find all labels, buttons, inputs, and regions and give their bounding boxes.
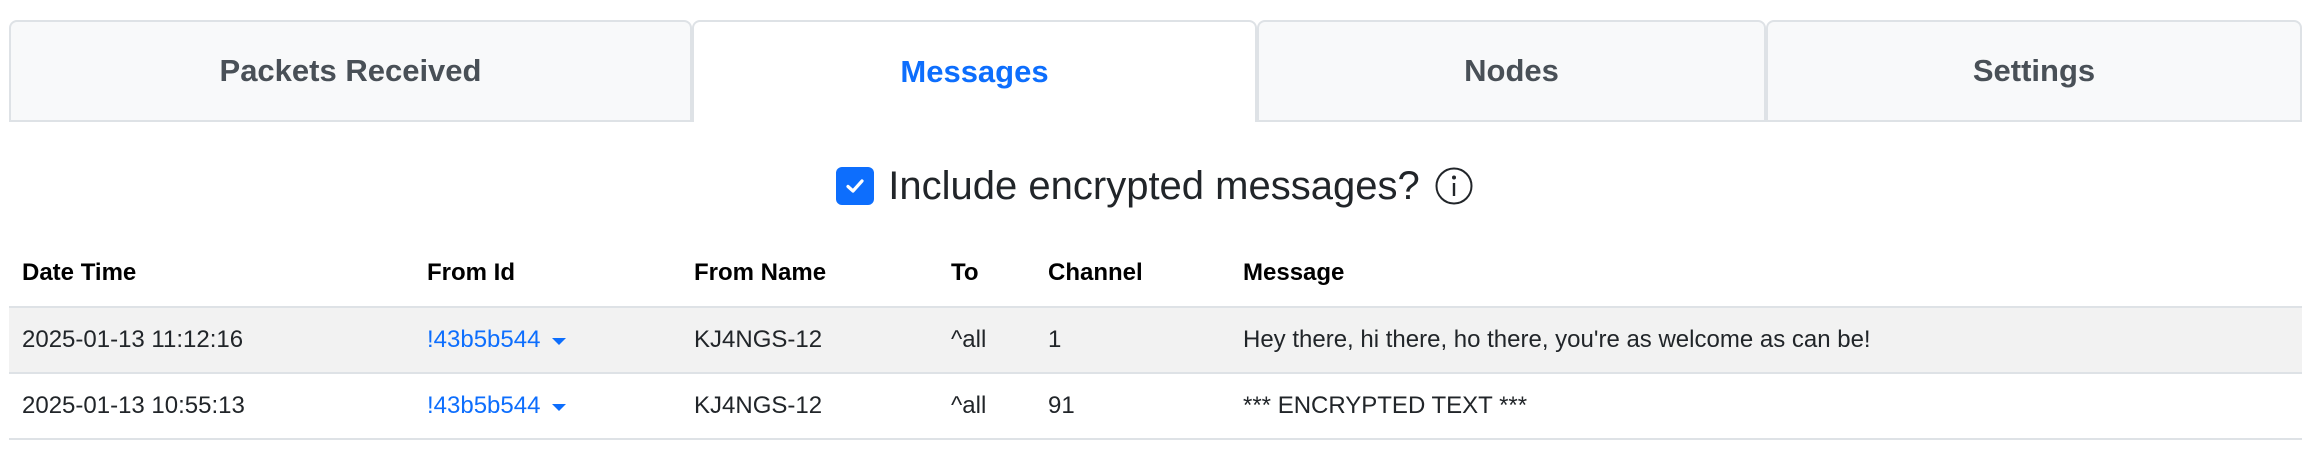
cell-message: Hey there, hi there, ho there, you're as… [1230,307,2302,374]
tab-nodes[interactable]: Nodes [1257,20,1766,120]
cell-to: ^all [938,373,1035,440]
cell-channel: 1 [1035,307,1230,374]
encrypted-filter: Include encrypted messages? [0,160,2310,212]
tab-messages[interactable]: Messages [692,20,1257,122]
include-encrypted-label[interactable]: Include encrypted messages? [888,164,1419,209]
include-encrypted-checkbox[interactable] [836,167,875,205]
from-id-dropdown[interactable]: !43b5b544 [427,326,567,354]
tab-label: Packets Received [219,53,482,88]
from-id-value: !43b5b544 [427,392,541,419]
tab-label: Messages [900,54,1049,89]
cell-date-time: 2025-01-13 10:55:13 [9,373,414,440]
info-circle-icon[interactable] [1434,166,1474,206]
table-row: 2025-01-13 11:12:16 !43b5b544 KJ4NGS-12 … [9,307,2302,374]
header-to[interactable]: To [938,240,1035,308]
cell-channel: 91 [1035,373,1230,440]
cell-to: ^all [938,307,1035,374]
messages-table: Date Time From Id From Name To Channel M… [9,240,2302,440]
cell-from-name: KJ4NGS-12 [681,307,938,374]
table-row: 2025-01-13 10:55:13 !43b5b544 KJ4NGS-12 … [9,373,2302,440]
tab-label: Settings [1972,53,2096,88]
from-id-dropdown[interactable]: !43b5b544 [427,392,567,420]
cell-from-name: KJ4NGS-12 [681,373,938,440]
tab-bar: Packets Received Messages Nodes Settings [9,20,2302,122]
cell-from-id: !43b5b544 [414,373,681,440]
header-from-id[interactable]: From Id [414,240,681,308]
from-id-value: !43b5b544 [427,326,541,353]
cell-from-id: !43b5b544 [414,307,681,374]
caret-down-icon [552,337,567,345]
cell-message: *** ENCRYPTED TEXT *** [1230,373,2302,440]
header-channel[interactable]: Channel [1035,240,1230,308]
header-date-time[interactable]: Date Time [9,240,414,308]
checkmark-icon [846,179,864,193]
cell-date-time: 2025-01-13 11:12:16 [9,307,414,374]
header-from-name[interactable]: From Name [681,240,938,308]
tab-label: Nodes [1464,53,1559,88]
header-message[interactable]: Message [1230,240,2302,308]
table-header-row: Date Time From Id From Name To Channel M… [9,240,2302,308]
tab-packets-received[interactable]: Packets Received [9,20,692,120]
tab-settings[interactable]: Settings [1766,20,2302,120]
caret-down-icon [552,403,567,411]
